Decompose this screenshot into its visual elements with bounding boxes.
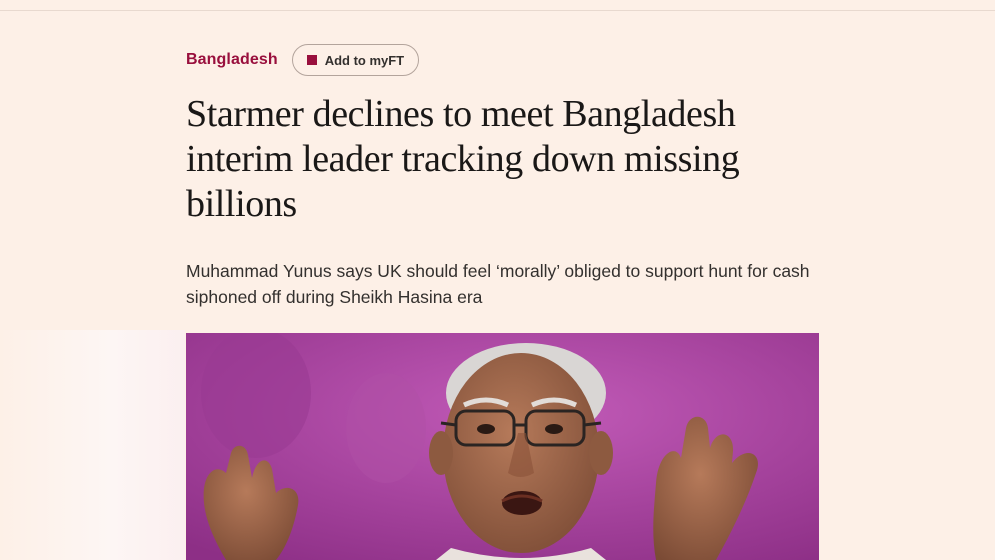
square-bookmark-icon — [306, 55, 317, 65]
lead-photo — [186, 333, 819, 560]
add-to-myft-label: Add to myFT — [324, 52, 405, 68]
add-to-myft-button[interactable]: Add to myFT — [291, 44, 420, 76]
topic-link[interactable]: Bangladesh — [186, 51, 278, 69]
headline: Starmer declines to meet Bangladesh inte… — [186, 93, 740, 225]
article-meta-row: Bangladesh Add to myFT — [186, 42, 420, 78]
lead-photo-illustration — [186, 333, 819, 560]
standfirst: Muhammad Yunus says UK should feel ‘mora… — [186, 261, 810, 307]
left-margin-glare — [0, 330, 185, 560]
